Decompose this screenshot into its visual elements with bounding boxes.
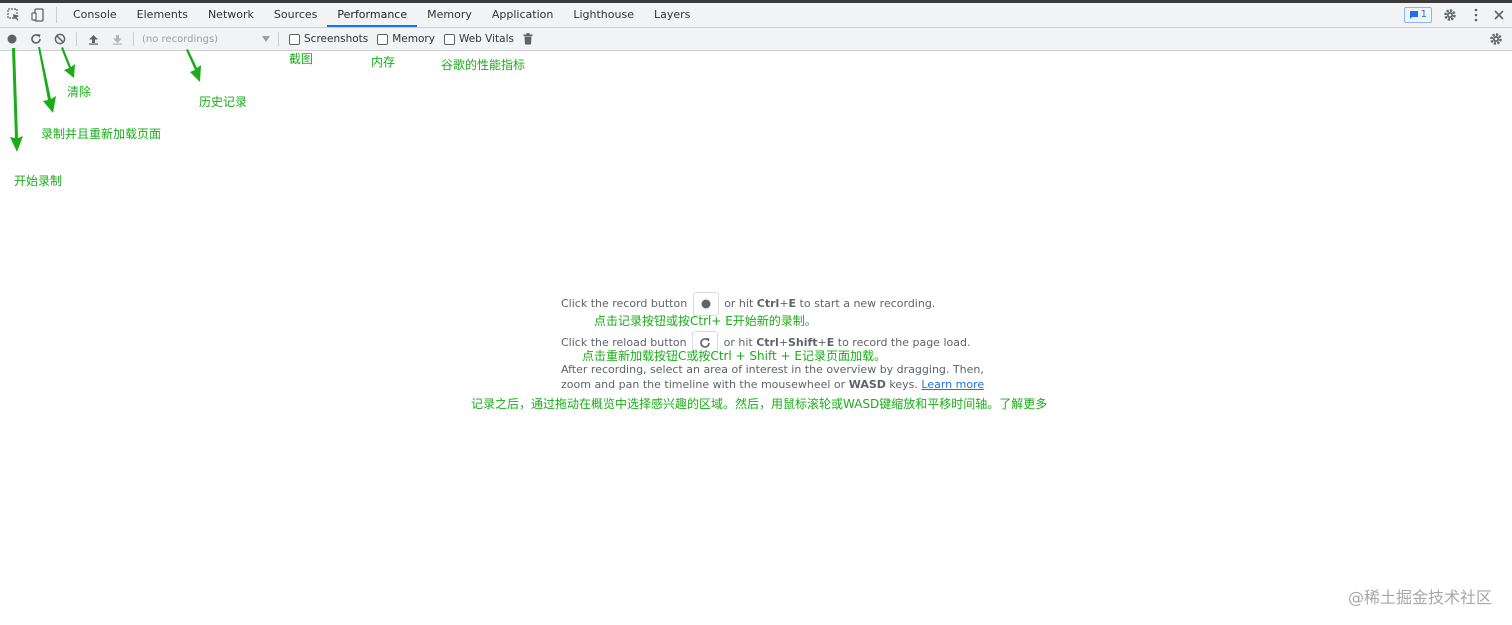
capture-settings-icon[interactable] [1484,28,1508,50]
more-options-icon[interactable] [1468,3,1484,27]
tabbar-separator [56,7,57,23]
load-profile-button[interactable] [81,28,105,50]
trash-icon [523,33,533,45]
memory-label: Memory [392,33,435,45]
after-recording-line2-post: keys. [889,378,918,391]
tab-sources[interactable]: Sources [264,3,328,27]
after-recording-line2-pre: zoom and pan the timeline with the mouse… [561,378,846,391]
tab-network[interactable]: Network [198,3,264,27]
devtools-tabbar: Console Elements Network Sources Perform… [0,3,1512,28]
collect-garbage-button[interactable] [516,28,540,50]
annotation-clear: 清除 [67,85,92,99]
dropdown-arrow-icon [262,36,270,42]
shortcut-key-ctrl: Ctrl [756,297,780,310]
memory-checkbox[interactable]: Memory [377,33,435,45]
recordings-dropdown[interactable]: (no recordings) [138,30,274,48]
toolbar-separator [278,32,279,46]
reload-icon [31,34,41,44]
web-vitals-checkbox[interactable]: Web Vitals [443,33,514,45]
record-icon [701,299,711,309]
annotation-start-record: 开始录制 [14,174,63,188]
web-vitals-label: Web Vitals [458,33,514,45]
tab-performance[interactable]: Performance [327,3,418,27]
annotation-reload-record: 录制并且重新加载页面 [41,127,162,141]
tab-memory[interactable]: Memory [417,3,482,27]
clear-icon [54,33,66,45]
annotation-screenshots: 截图 [289,52,314,66]
learn-more-link[interactable]: Learn more [921,378,984,391]
annotation-history: 历史记录 [199,95,248,109]
record-button[interactable] [0,28,24,50]
inspect-element-icon[interactable] [2,3,26,27]
tab-layers[interactable]: Layers [644,3,700,27]
tab-application[interactable]: Application [482,3,563,27]
issues-count: 1 [1420,9,1427,20]
download-icon [112,34,122,45]
record-instruction-mid: or hit [724,297,754,310]
issues-badge[interactable]: 1 [1403,7,1432,23]
record-icon [7,34,17,44]
save-profile-button[interactable] [105,28,129,50]
tab-console[interactable]: Console [63,3,127,27]
watermark: @稀土掘金技术社区 [1347,588,1492,607]
clear-button[interactable] [48,28,72,50]
shortcut-plus: + [779,297,789,310]
memory-checkbox-box[interactable] [377,33,389,45]
screenshots-checkbox[interactable]: Screenshots [289,33,368,45]
annotation-memory: 内存 [371,55,396,69]
upload-icon [88,34,98,45]
annotation-web-vitals: 谷歌的性能指标 [441,58,526,72]
web-vitals-checkbox-box[interactable] [443,33,455,45]
tab-lighthouse[interactable]: Lighthouse [563,3,644,27]
recordings-placeholder: (no recordings) [142,33,219,45]
after-recording-line2: zoom and pan the timeline with the mouse… [561,378,984,391]
screenshots-checkbox-box[interactable] [289,33,300,45]
settings-gear-icon[interactable] [1438,3,1462,27]
cn-record-instruction: 点击记录按钮或按Ctrl+ E开始新的录制。 [594,314,817,328]
shortcut-key-e: E [788,297,797,310]
toolbar-separator [76,32,77,46]
screenshots-label: Screenshots [304,33,369,45]
shortcut-key-wasd: WASD [848,378,886,391]
toolbar-separator [133,32,134,46]
performance-toolbar: (no recordings) Screenshots Memory Web V… [0,28,1512,51]
cn-after-recording: 记录之后，通过拖动在概览中选择感兴趣的区域。然后，用鼠标滚轮或WASD键缩放和平… [471,397,1048,411]
close-icon[interactable] [1490,3,1508,27]
tab-elements[interactable]: Elements [127,3,198,27]
message-icon [1409,11,1418,19]
device-toolbar-icon[interactable] [26,3,50,27]
cn-reload-instruction: 点击重新加载按钮C或按Ctrl + Shift + E记录页面加载。 [582,349,886,363]
reload-record-button[interactable] [24,28,48,50]
record-instruction-pre: Click the record button [561,297,688,310]
after-recording-line1: After recording, select an area of inter… [561,363,984,376]
record-instruction-post: to start a new recording. [799,297,936,310]
